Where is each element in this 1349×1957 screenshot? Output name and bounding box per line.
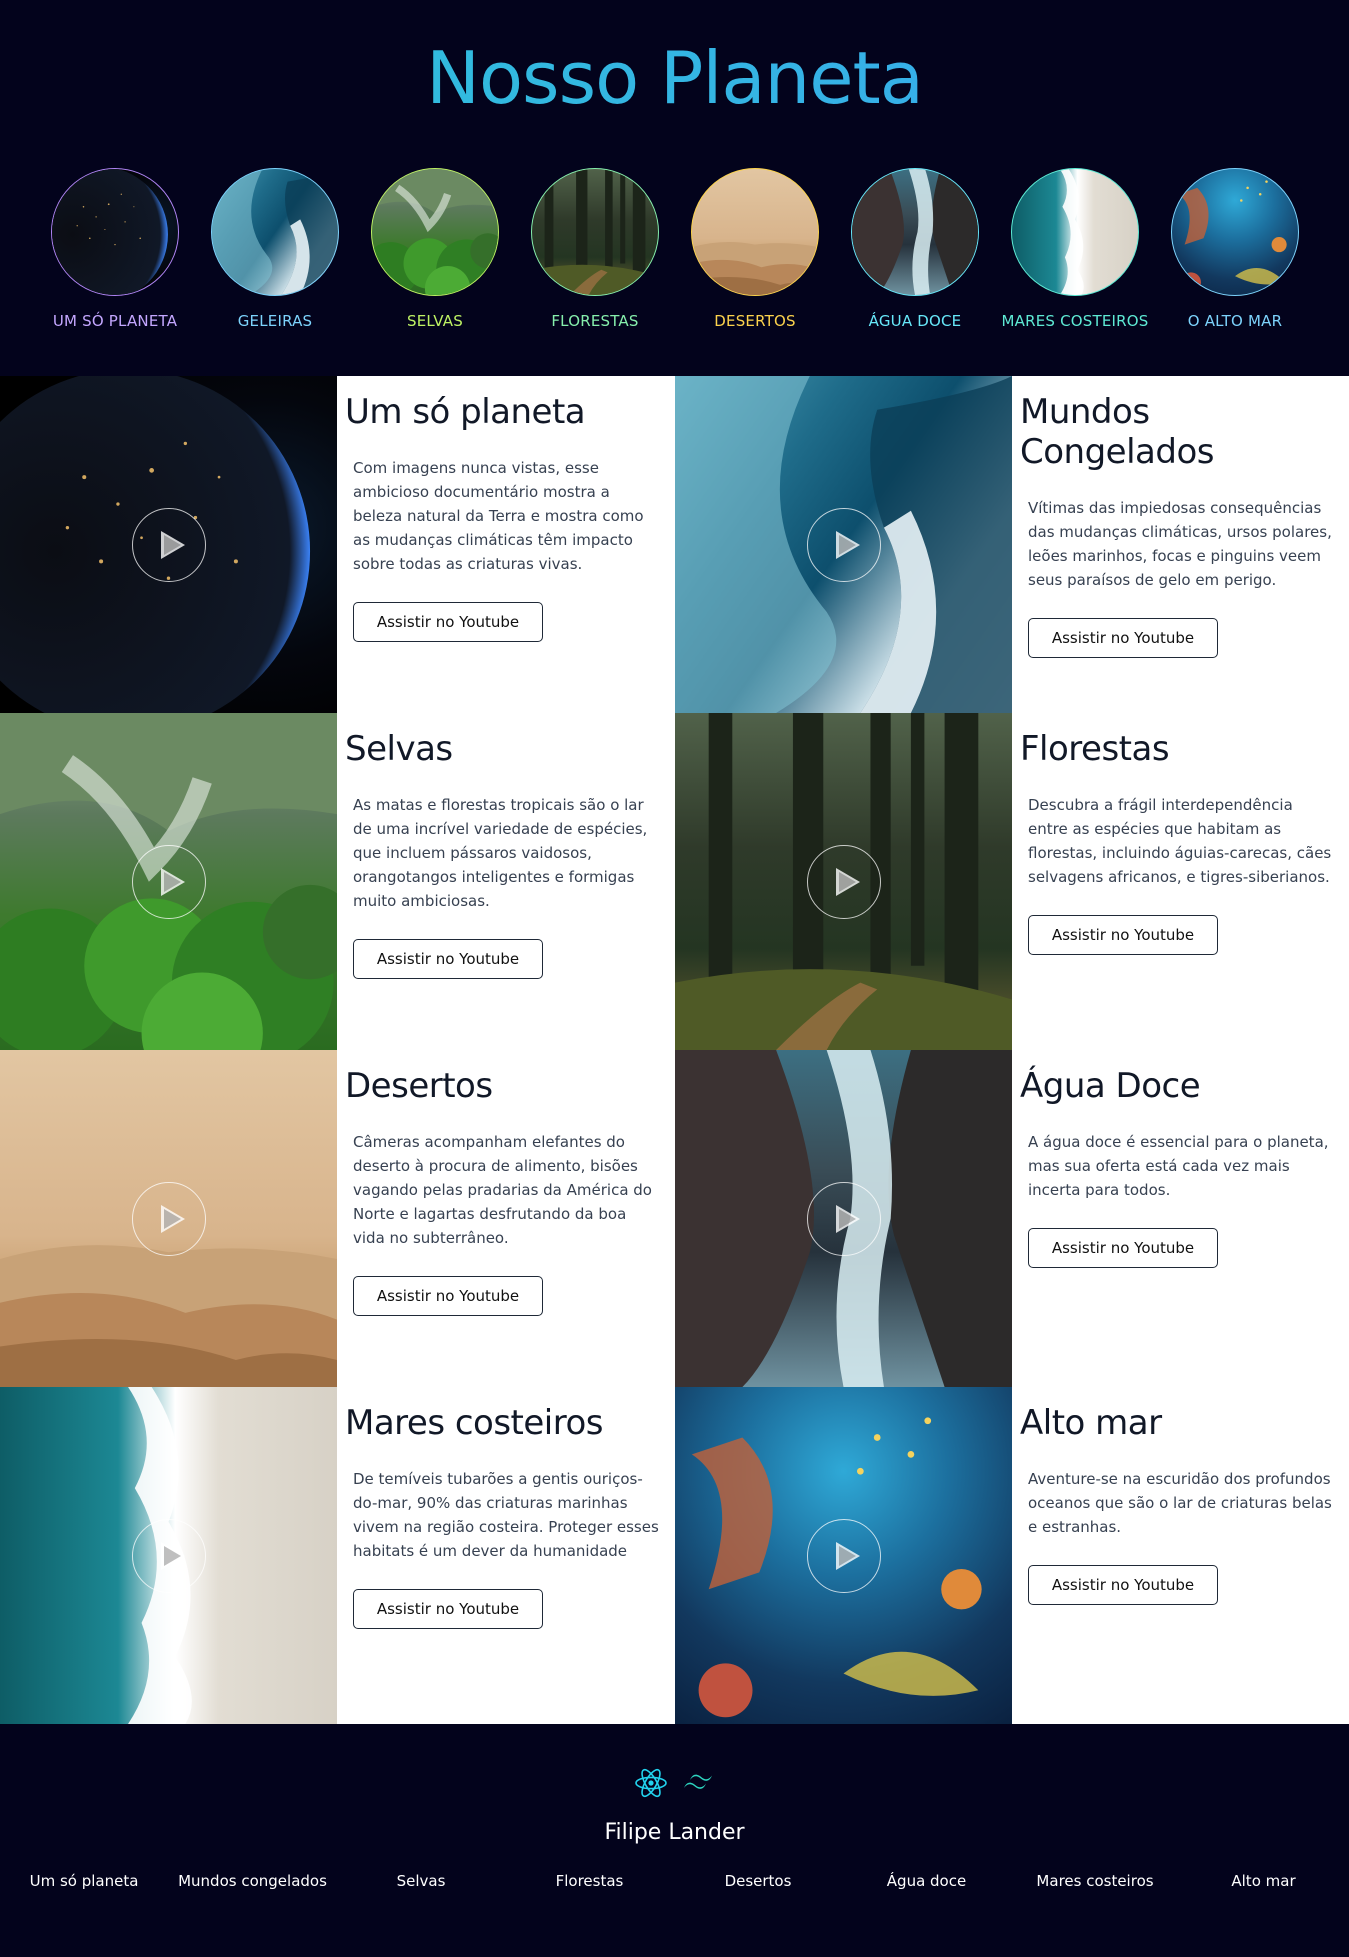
card-title: Mares costeiros: [345, 1403, 604, 1443]
category-label[interactable]: SELVAS: [355, 312, 515, 330]
card-title: Alto mar: [1020, 1403, 1162, 1443]
footer-link[interactable]: Selvas: [397, 1872, 446, 1890]
category-circle[interactable]: DESERTOS: [675, 168, 835, 330]
play-icon[interactable]: [806, 1518, 881, 1593]
card-description: Com imagens nunca vistas, esse ambicioso…: [353, 459, 644, 573]
page-title: Nosso Planeta: [0, 36, 1349, 120]
play-icon[interactable]: [131, 507, 206, 582]
react-icon: [635, 1768, 667, 1798]
video-thumbnail[interactable]: [0, 1050, 337, 1387]
category-label[interactable]: FLORESTAS: [515, 312, 675, 330]
card-title: Mundos Congelados: [1020, 392, 1214, 472]
watch-youtube-button[interactable]: Assistir no Youtube: [1028, 618, 1218, 658]
video-thumbnail[interactable]: [0, 376, 337, 713]
category-nav: UM SÓ PLANETA GELEIRAS SELVAS FLORESTAS DESE…: [0, 168, 1349, 338]
documentary-grid: Um só planeta Com imagens nunca vistas, e…: [0, 376, 1349, 1724]
play-icon[interactable]: [806, 507, 881, 582]
category-label[interactable]: DESERTOS: [675, 312, 835, 330]
play-icon[interactable]: [806, 844, 881, 919]
footer-link[interactable]: Mundos congelados: [178, 1872, 327, 1890]
category-label[interactable]: ÁGUA DOCE: [835, 312, 995, 330]
watch-youtube-button[interactable]: Assistir no Youtube: [353, 939, 543, 979]
category-thumbnail[interactable]: [211, 168, 339, 296]
video-thumbnail[interactable]: [0, 713, 337, 1050]
footer: Filipe Lander Um só planeta Mundos congel…: [0, 1724, 1349, 1956]
play-icon[interactable]: [131, 1181, 206, 1256]
category-label[interactable]: O ALTO MAR: [1155, 312, 1315, 330]
card-description: A água doce é essencial para o planeta, …: [1028, 1133, 1329, 1199]
category-label[interactable]: UM SÓ PLANETA: [35, 312, 195, 330]
video-thumbnail[interactable]: [675, 713, 1012, 1050]
category-circle[interactable]: ÁGUA DOCE: [835, 168, 995, 330]
watch-youtube-button[interactable]: Assistir no Youtube: [1028, 915, 1218, 955]
video-thumbnail[interactable]: [675, 1387, 1012, 1724]
footer-link[interactable]: Mares costeiros: [1036, 1872, 1153, 1890]
card-body: Mundos Congelados Vítimas das impiedosas …: [1012, 376, 1349, 713]
watch-youtube-button[interactable]: Assistir no Youtube: [353, 1589, 543, 1629]
category-thumbnail[interactable]: [51, 168, 179, 296]
card-description: Descubra a frágil interdependência entre…: [1028, 796, 1332, 886]
watch-youtube-button[interactable]: Assistir no Youtube: [353, 602, 543, 642]
card-title: Um só planeta: [345, 392, 586, 432]
footer-logos: [0, 1768, 1349, 1798]
card-body: Água Doce A água doce é essencial para o …: [1012, 1050, 1349, 1387]
video-thumbnail[interactable]: [0, 1387, 337, 1724]
card-body: Mares costeiros De temíveis tubarões a ge…: [337, 1387, 675, 1724]
footer-link[interactable]: Um só planeta: [30, 1872, 139, 1890]
watch-youtube-button[interactable]: Assistir no Youtube: [1028, 1565, 1218, 1605]
header: Nosso Planeta UM SÓ PLANETA GELEIRAS SELVA…: [0, 0, 1349, 376]
card-description: De temíveis tubarões a gentis ouriços-do…: [353, 1470, 659, 1560]
category-thumbnail[interactable]: [1171, 168, 1299, 296]
category-circle[interactable]: O ALTO MAR: [1155, 168, 1315, 330]
card-body: Desertos Câmeras acompanham elefantes do …: [337, 1050, 675, 1387]
card-title: Selvas: [345, 729, 453, 769]
author-name: Filipe Lander: [604, 1820, 745, 1845]
card-title: Florestas: [1020, 729, 1170, 769]
video-thumbnail[interactable]: [675, 1050, 1012, 1387]
category-thumbnail[interactable]: [531, 168, 659, 296]
documentary-card: Desertos Câmeras acompanham elefantes do …: [0, 1050, 675, 1387]
category-circle[interactable]: FLORESTAS: [515, 168, 675, 330]
card-description: Vítimas das impiedosas consequências das…: [1028, 499, 1332, 589]
category-circle[interactable]: MARES COSTEIROS: [995, 168, 1155, 330]
card-body: Um só planeta Com imagens nunca vistas, e…: [337, 376, 675, 713]
documentary-card: Alto mar Aventure-se na escuridão dos pro…: [675, 1387, 1349, 1724]
documentary-card: Selvas As matas e florestas tropicais são…: [0, 713, 675, 1050]
card-title: Água Doce: [1020, 1066, 1201, 1106]
documentary-card: Água Doce A água doce é essencial para o …: [675, 1050, 1349, 1387]
play-icon[interactable]: [131, 1518, 206, 1593]
card-body: Selvas As matas e florestas tropicais são…: [337, 713, 675, 1050]
card-description: Aventure-se na escuridão dos profundos o…: [1028, 1470, 1332, 1536]
documentary-card: Mundos Congelados Vítimas das impiedosas …: [675, 376, 1349, 713]
play-icon[interactable]: [131, 844, 206, 919]
card-description: As matas e florestas tropicais são o lar…: [353, 796, 648, 910]
watch-youtube-button[interactable]: Assistir no Youtube: [353, 1276, 543, 1316]
play-icon[interactable]: [806, 1181, 881, 1256]
footer-link[interactable]: Florestas: [556, 1872, 624, 1890]
card-body: Alto mar Aventure-se na escuridão dos pro…: [1012, 1387, 1349, 1724]
watch-youtube-button[interactable]: Assistir no Youtube: [1028, 1228, 1218, 1268]
documentary-card: Mares costeiros De temíveis tubarões a ge…: [0, 1387, 675, 1724]
category-label[interactable]: GELEIRAS: [195, 312, 355, 330]
card-body: Florestas Descubra a frágil interdependên…: [1012, 713, 1349, 1050]
footer-nav: Um só planeta Mundos congelados Selvas Flor…: [0, 1872, 1349, 1902]
footer-link[interactable]: Água doce: [887, 1872, 966, 1890]
category-circle[interactable]: SELVAS: [355, 168, 515, 330]
category-thumbnail[interactable]: [691, 168, 819, 296]
category-label[interactable]: MARES COSTEIROS: [995, 312, 1155, 330]
video-thumbnail[interactable]: [675, 376, 1012, 713]
card-title: Desertos: [345, 1066, 493, 1106]
documentary-card: Um só planeta Com imagens nunca vistas, e…: [0, 376, 675, 713]
tailwind-icon: [684, 1774, 713, 1789]
category-circle[interactable]: UM SÓ PLANETA: [35, 168, 195, 330]
category-thumbnail[interactable]: [371, 168, 499, 296]
footer-link[interactable]: Desertos: [725, 1872, 792, 1890]
documentary-card: Florestas Descubra a frágil interdependên…: [675, 713, 1349, 1050]
category-thumbnail[interactable]: [1011, 168, 1139, 296]
card-description: Câmeras acompanham elefantes do deserto …: [353, 1133, 652, 1247]
footer-link[interactable]: Alto mar: [1231, 1872, 1295, 1890]
category-thumbnail[interactable]: [851, 168, 979, 296]
category-circle[interactable]: GELEIRAS: [195, 168, 355, 330]
